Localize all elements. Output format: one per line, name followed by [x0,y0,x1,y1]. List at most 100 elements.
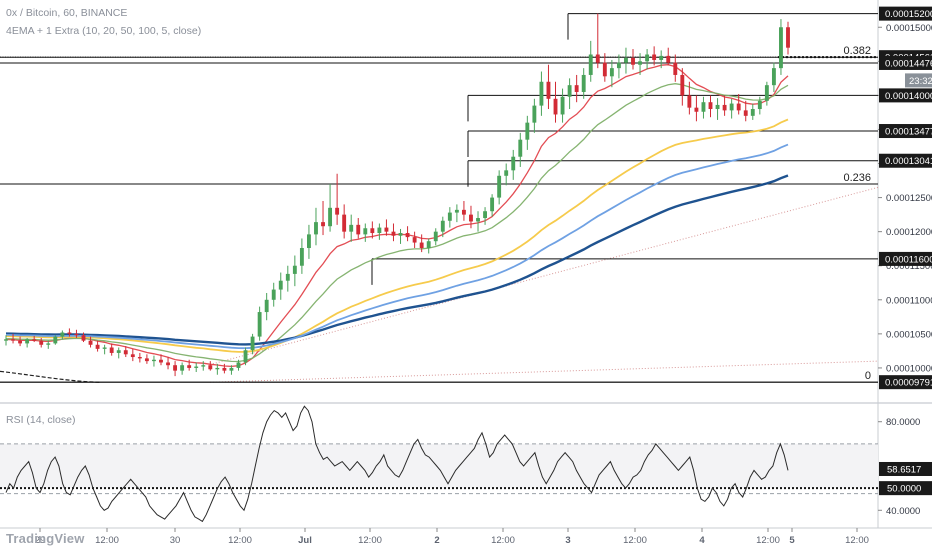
candle-body [384,227,389,232]
price-box-label: 0.00014476 [885,58,932,69]
candle-body [631,57,635,65]
rsi-mid-label: 50.0000 [887,484,921,495]
candle-body [736,103,741,111]
candle-body [708,102,713,110]
candle-body [750,109,755,116]
candle-body [602,62,607,77]
candle-body [779,27,783,69]
candle-body [39,340,44,345]
candle-body [342,214,347,232]
candle-body [729,103,734,111]
candle-body [504,170,509,176]
candle-body [159,359,163,363]
tradingview-chart[interactable]: 0.000150000.000145000.000140000.00013500… [0,0,932,550]
candle-body [687,95,692,108]
candle-body [701,102,706,112]
time-tick-label: 12:00 [95,535,119,546]
candle-body [11,339,15,341]
symbol-title: 0x / Bitcoin, 60, BINANCE [6,7,128,19]
time-tick-label: 12:00 [228,535,252,546]
candle-body [419,242,424,249]
candle-body [306,234,311,249]
candle-body [539,81,544,106]
candle-body [454,209,459,213]
candle-body [173,365,178,371]
candle-body [222,367,227,371]
candle-body [314,222,318,235]
candle-body [377,227,382,234]
candle-body [461,209,466,215]
rsi-band [0,443,878,489]
candle-body [363,228,368,235]
candle-body [511,156,516,171]
candle-body [271,289,276,300]
candle-body [532,105,537,123]
candle-body [328,207,333,227]
rsi-tick-label: 40.0000 [886,506,920,517]
time-tick-label: 12:00 [358,535,382,546]
chart-canvas[interactable]: 0.000150000.000145000.000140000.00013500… [0,0,932,550]
candle-body [46,343,51,345]
time-tick-label: 5 [789,535,795,546]
candle-body [398,233,403,236]
candle-body [201,365,206,367]
candle-body [130,354,135,358]
candle-body [285,273,290,281]
indicator-legend: 4EMA + 1 Extra (10, 20, 50, 100, 5, clos… [6,25,202,37]
time-tick-label: 12:00 [756,535,780,546]
time-tick-label: 12:00 [623,535,647,546]
candle-body [757,100,762,110]
candle-body [370,228,375,234]
candle-body [666,55,671,63]
candle-body [715,104,720,110]
candle-body [525,122,530,140]
candle-body [321,222,325,227]
candle-body [18,340,23,344]
candle-body [95,344,100,349]
candle-body [440,220,445,232]
candle-body [518,139,523,157]
candle-body [497,175,502,198]
candle-body [109,347,114,353]
candle-body [180,365,185,371]
candle-body [229,367,234,371]
time-tick-label: 12:00 [491,535,515,546]
candle-body [624,57,628,63]
candle-body [722,104,727,111]
candle-body [659,55,664,60]
price-box-label: 0.00014000 [885,91,932,102]
candle-body [356,224,361,235]
candle-body [88,340,93,345]
candle-body [116,350,121,353]
candle-body [447,212,452,221]
candle-body [166,362,170,366]
candle-body [349,224,354,232]
candle-body [609,68,614,77]
price-tick-label: 0.00010000 [886,363,932,374]
candle-body [546,81,551,99]
fib-label: 0.382 [843,45,871,57]
last-price-timer-label: 23:32 [909,76,932,87]
candle-body [694,107,699,112]
rsi-current-label: 58.6517 [887,464,921,475]
candle-body [25,339,30,344]
candle-body [786,27,790,48]
candle-body [264,299,269,313]
candle-body [278,280,283,290]
candle-body [137,357,142,359]
candle-body [567,85,572,97]
candle-body [144,358,149,362]
candle-body [764,85,769,101]
candle-body [60,332,65,337]
candle-body [335,207,340,215]
candle-body [187,365,192,368]
price-tick-label: 0.00012500 [886,193,932,204]
candle-body [560,96,565,115]
candle-body [652,54,657,60]
candle-body [405,233,410,238]
candle-body [469,214,473,222]
candle-body [215,367,220,370]
time-tick-label: 2 [434,535,439,546]
candle-body [67,332,72,334]
price-tick-label: 0.00010500 [886,329,932,340]
